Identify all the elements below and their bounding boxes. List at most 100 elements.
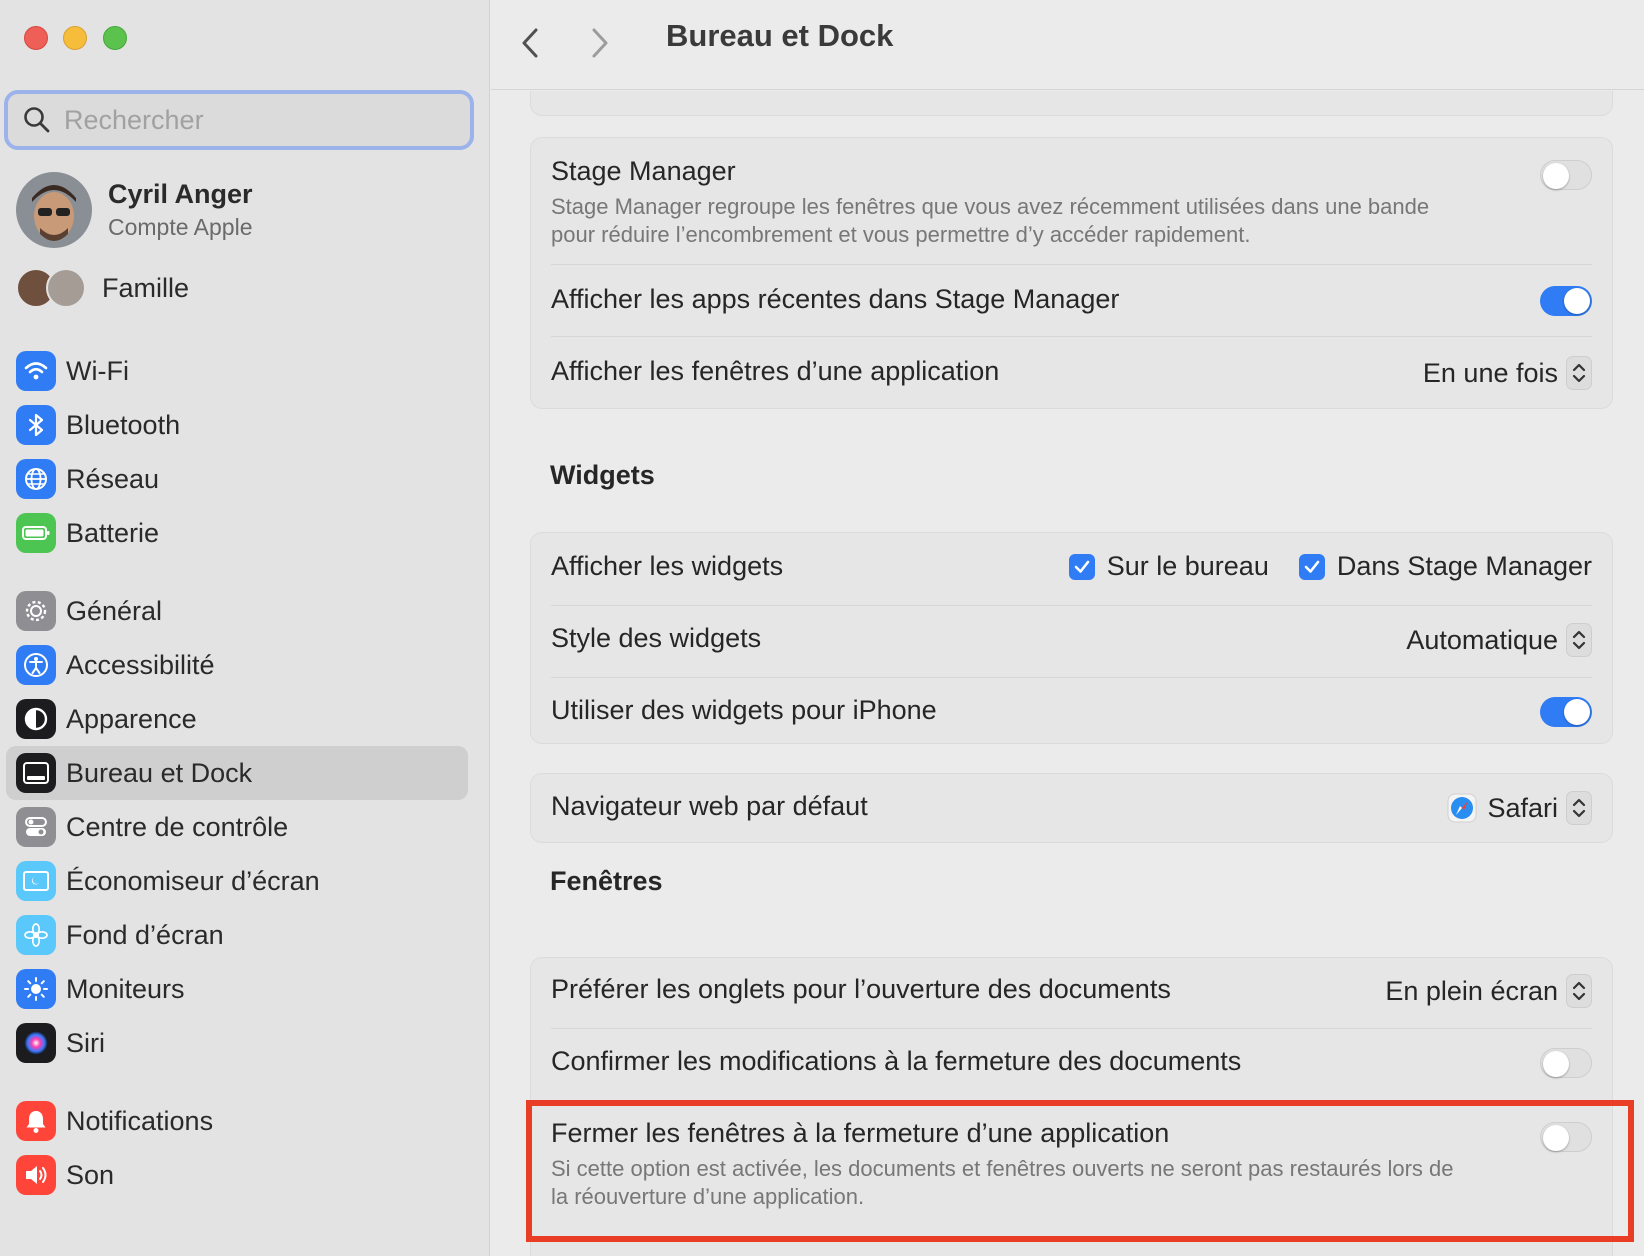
show-windows-popup[interactable]: En une fois <box>1423 356 1592 390</box>
bell-icon <box>16 1101 56 1141</box>
sidebar-item-label: Apparence <box>66 703 197 734</box>
stage-widgets-checkbox[interactable]: Dans Stage Manager <box>1298 551 1592 582</box>
widgets-section-title: Widgets <box>550 460 655 490</box>
sidebar-item-label: Réseau <box>66 463 160 494</box>
sidebar-item-label: Batterie <box>66 517 160 548</box>
divider <box>551 336 1592 337</box>
sidebar-item-siri[interactable]: Siri <box>6 1016 468 1070</box>
brightness-icon <box>16 969 56 1009</box>
sidebar-item-notifications[interactable]: Notifications <box>6 1094 468 1148</box>
iphone-widgets-toggle[interactable] <box>1540 697 1592 727</box>
control-center-icon <box>16 807 56 847</box>
desktop-items-group <box>530 91 1613 116</box>
sidebar-item-fond-d-ecran[interactable]: Fond d’écran <box>6 908 468 962</box>
sidebar-item-apparence[interactable]: Apparence <box>6 692 468 746</box>
sidebar-item-label: Général <box>66 595 163 626</box>
forward-button[interactable] <box>575 18 625 68</box>
widget-style-popup[interactable]: Automatique <box>1406 623 1592 657</box>
minimize-window-button[interactable] <box>63 26 87 50</box>
safari-icon <box>1447 793 1477 823</box>
recent-apps-toggle[interactable] <box>1540 286 1592 316</box>
sidebar-item-wi-fi[interactable]: Wi-Fi <box>6 344 468 398</box>
chevron-left-icon <box>522 28 538 58</box>
desktop-widgets-checkbox[interactable]: Sur le bureau <box>1068 551 1269 582</box>
show-widgets-options: Sur le bureau Dans Stage Manager <box>1039 551 1592 582</box>
default-browser-value: Safari <box>1487 792 1558 823</box>
desktop-widgets-label: Sur le bureau <box>1106 551 1269 581</box>
recent-apps-row: Afficher les apps récentes dans Stage Ma… <box>551 284 1592 320</box>
chevron-up-down-icon <box>1566 623 1592 657</box>
stage-widgets-label: Dans Stage Manager <box>1336 551 1592 581</box>
recent-apps-label: Afficher les apps récentes dans Stage Ma… <box>551 284 1120 314</box>
chevron-right-icon <box>592 28 608 58</box>
account-subtitle: Compte Apple <box>108 214 253 240</box>
sidebar-item-centre-de-controle[interactable]: Centre de contrôle <box>6 800 468 854</box>
apple-account[interactable]: Cyril Anger Compte Apple <box>16 172 253 248</box>
accessibility-icon <box>16 645 56 685</box>
sidebar-item-label: Accessibilité <box>66 649 215 680</box>
sidebar-item-label: Bureau et Dock <box>66 757 253 788</box>
sidebar-item-label: Fond d’écran <box>66 919 224 950</box>
sidebar-item-bureau-et-dock[interactable]: Bureau et Dock <box>6 746 468 800</box>
settings-content: Stage Manager Stage Manager regroupe les… <box>491 91 1644 1256</box>
search-field[interactable] <box>4 90 474 150</box>
sidebar-item-accessibilite[interactable]: Accessibilité <box>6 638 468 692</box>
chevron-up-down-icon <box>1566 791 1592 825</box>
default-browser-popup[interactable]: Safari <box>1447 791 1592 825</box>
sidebar-item-general[interactable]: Général <box>6 584 468 638</box>
widget-style-value: Automatique <box>1406 624 1558 655</box>
sidebar-item-moniteurs[interactable]: Moniteurs <box>6 962 468 1016</box>
prefer-tabs-popup[interactable]: En plein écran <box>1385 974 1592 1008</box>
sidebar-item-reseau[interactable]: Réseau <box>6 452 468 506</box>
stage-manager-toggle[interactable] <box>1540 160 1592 190</box>
page-title: Bureau et Dock <box>666 18 894 53</box>
sidebar-item-label: Siri <box>66 1027 105 1058</box>
account-name: Cyril Anger <box>108 179 253 209</box>
prefer-tabs-row: Préférer les onglets pour l’ouverture de… <box>551 974 1592 1010</box>
sidebar-item-son[interactable]: Son <box>6 1148 468 1202</box>
show-windows-row: Afficher les fenêtres d’une application … <box>551 356 1592 392</box>
sidebar-item-label: Wi-Fi <box>66 355 129 386</box>
battery-icon <box>16 513 56 553</box>
family-label: Famille <box>102 272 190 303</box>
chevron-up-down-icon <box>1566 356 1592 390</box>
show-windows-value: En une fois <box>1422 357 1558 388</box>
checkmark-icon <box>1068 553 1095 580</box>
iphone-widgets-label: Utiliser des widgets pour iPhone <box>551 695 937 725</box>
sidebar-item-label: Moniteurs <box>66 973 185 1004</box>
search-icon <box>24 107 50 133</box>
windows-section-title: Fenêtres <box>550 866 663 896</box>
confirm-changes-row: Confirmer les modifications à la fermetu… <box>551 1046 1592 1082</box>
sidebar-item-bluetooth[interactable]: Bluetooth <box>6 398 468 452</box>
sidebar-item-label: Notifications <box>66 1105 214 1136</box>
close-windows-label: Fermer les fenêtres à la fermeture d’une… <box>551 1118 1170 1148</box>
widgets-group: Afficher les widgets Sur le bureau Dans … <box>530 532 1613 744</box>
family-item[interactable]: Famille <box>16 268 189 308</box>
close-windows-toggle[interactable] <box>1540 1122 1592 1152</box>
prefer-tabs-value: En plein écran <box>1385 975 1558 1006</box>
sidebar-item-label: Son <box>66 1159 115 1190</box>
divider <box>551 264 1592 265</box>
zoom-window-button[interactable] <box>103 26 127 50</box>
stage-manager-description: Stage Manager regroupe les fenêtres que … <box>551 194 1430 247</box>
gear-icon <box>16 591 56 631</box>
search-input[interactable] <box>64 104 444 136</box>
speaker-icon <box>16 1155 56 1195</box>
sidebar-item-label: Centre de contrôle <box>66 811 289 842</box>
siri-icon <box>16 1023 56 1063</box>
appearance-icon <box>16 699 56 739</box>
divider <box>551 1028 1592 1029</box>
close-windows-row: Fermer les fenêtres à la fermeture d’une… <box>551 1118 1592 1228</box>
family-avatars <box>16 268 88 308</box>
default-browser-label: Navigateur web par défaut <box>551 791 868 821</box>
sidebar-item-economiseur-d-ecran[interactable]: Économiseur d’écran <box>6 854 468 908</box>
close-window-button[interactable] <box>24 26 48 50</box>
sidebar: Cyril Anger Compte Apple Famille Wi-Fi Bl… <box>0 0 490 1256</box>
stage-manager-row: Stage Manager Stage Manager regroupe les… <box>551 156 1592 256</box>
back-button[interactable] <box>505 18 555 68</box>
default-browser-group: Navigateur web par défaut Safari <box>530 773 1613 843</box>
stage-manager-group: Stage Manager Stage Manager regroupe les… <box>530 137 1613 409</box>
sidebar-item-batterie[interactable]: Batterie <box>6 506 468 560</box>
sidebar-item-label: Économiseur d’écran <box>66 865 320 896</box>
confirm-changes-toggle[interactable] <box>1540 1048 1592 1078</box>
